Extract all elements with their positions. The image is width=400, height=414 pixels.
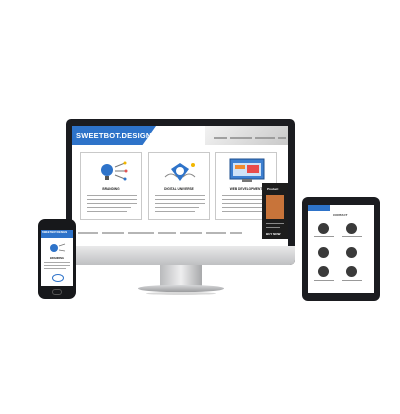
tablet-text [342, 236, 362, 237]
footer-link[interactable] [158, 232, 176, 234]
popup-title: Product [267, 187, 279, 191]
feature-text [155, 203, 205, 204]
feature-text [87, 211, 127, 212]
tablet-text [342, 280, 362, 281]
feature-title: BRANDING [102, 187, 120, 191]
browser-icon [229, 158, 265, 182]
avatar[interactable] [346, 223, 357, 234]
feature-title: DIGITAL UNIVERSE [164, 187, 194, 191]
monitor-shadow [146, 292, 216, 295]
feature-text [87, 203, 137, 204]
phone-section-title: BRANDING [50, 257, 64, 260]
lightbulb-icon [50, 243, 66, 252]
feature-text [222, 211, 262, 212]
feature-text [155, 195, 205, 196]
tablet-text [314, 236, 334, 237]
lightbulb-icon [101, 161, 128, 181]
footer-link[interactable] [78, 232, 98, 234]
footer-link[interactable] [230, 232, 242, 234]
phone-text [44, 265, 70, 266]
home-button[interactable] [52, 289, 62, 295]
feature-text [87, 207, 131, 208]
site-logo[interactable]: SWEETBOT.DESIGN [76, 131, 152, 140]
tablet-title: CONTACT [333, 213, 348, 217]
avatar[interactable] [346, 247, 357, 258]
phone-text [44, 268, 66, 269]
avatar[interactable] [346, 266, 357, 277]
feature-text [155, 207, 199, 208]
product-image [266, 195, 284, 219]
avatar[interactable] [318, 247, 329, 258]
phone-logo[interactable]: SWEETBOT.DESIGN [42, 231, 67, 234]
footer-link[interactable] [102, 232, 124, 234]
feature-text [155, 199, 205, 200]
cloud-icon [164, 163, 196, 181]
popup-text [266, 223, 284, 224]
footer-link[interactable] [180, 232, 202, 234]
feature-text [87, 199, 137, 200]
footer-link[interactable] [206, 232, 226, 234]
nav-item[interactable] [255, 137, 275, 139]
cloud-icon [52, 274, 64, 282]
header-decor [205, 126, 288, 145]
avatar[interactable] [318, 223, 329, 234]
footer-link[interactable] [128, 232, 154, 234]
tablet-logo[interactable] [308, 205, 330, 211]
phone-text [44, 262, 70, 263]
monitor-stand [160, 265, 202, 287]
popup-text [266, 227, 280, 228]
feature-card[interactable]: BRANDING [80, 152, 142, 220]
tablet-text [314, 280, 334, 281]
feature-text [155, 211, 195, 212]
monitor-base [138, 285, 224, 292]
nav-item[interactable] [278, 137, 286, 139]
nav-item[interactable] [214, 137, 227, 139]
avatar[interactable] [318, 266, 329, 277]
feature-text [87, 195, 137, 196]
feature-text [222, 207, 266, 208]
buy-now-button[interactable]: BUY NOW [266, 232, 280, 236]
nav-item[interactable] [230, 137, 252, 139]
feature-card[interactable]: DIGITAL UNIVERSE [148, 152, 210, 220]
monitor-chin [66, 246, 295, 265]
